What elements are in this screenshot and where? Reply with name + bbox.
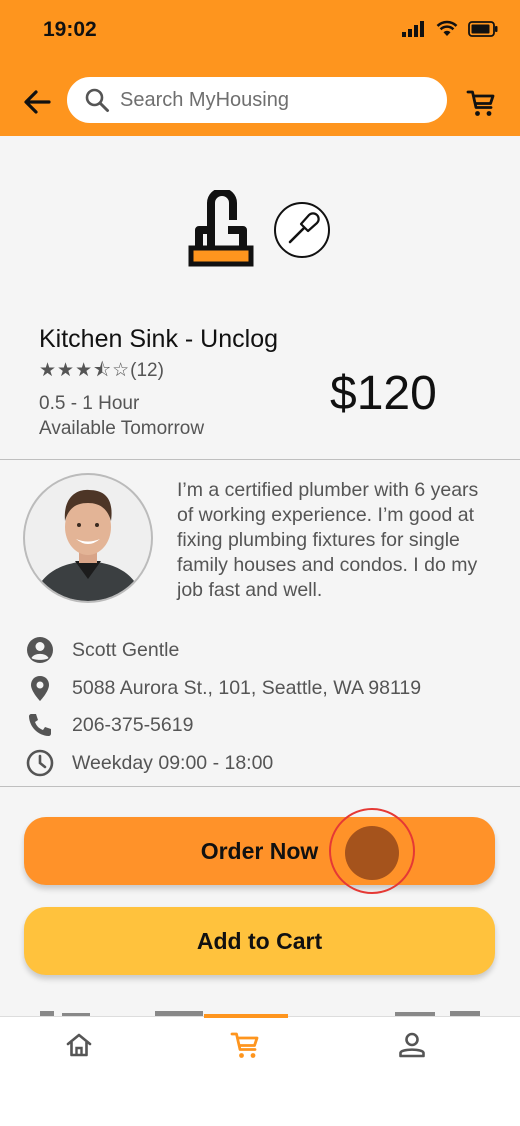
provider-address: 5088 Aurora St., 101, Seattle, WA 98119 — [72, 676, 422, 699]
service-icons — [185, 190, 331, 270]
rating-stars: ★★★⯪☆ — [39, 360, 131, 381]
faucet-icon — [188, 190, 254, 267]
search-icon — [85, 88, 109, 112]
provider-hours-row: Weekday 09:00 - 18:00 — [26, 749, 273, 777]
provider-name: Scott Gentle — [72, 638, 180, 661]
provider-phone-row: 206-375-5619 — [26, 711, 193, 739]
service-price: $120 — [330, 367, 437, 420]
touch-highlight-ring — [329, 808, 415, 894]
cart-icon[interactable] — [230, 1030, 260, 1060]
status-icons — [402, 20, 498, 37]
phone-icon — [29, 714, 51, 736]
provider-hours: Weekday 09:00 - 18:00 — [72, 751, 274, 774]
active-tab-indicator — [204, 1014, 288, 1018]
cart-icon[interactable] — [466, 88, 496, 118]
provider-address-row: 5088 Aurora St., 101, Seattle, WA 98119 — [26, 674, 421, 702]
profile-icon[interactable] — [397, 1030, 427, 1060]
battery-icon — [468, 20, 498, 37]
clock-icon — [26, 749, 54, 777]
rating: ★★★⯪☆(12) — [39, 356, 164, 388]
status-time: 19:02 — [43, 18, 97, 41]
add-to-cart-button[interactable]: Add to Cart — [24, 907, 495, 975]
order-now-button[interactable]: Order Now — [24, 817, 495, 885]
search-input[interactable] — [118, 87, 422, 113]
service-availability: Available Tomorrow — [39, 418, 205, 439]
search-bar[interactable] — [67, 77, 447, 123]
back-arrow-icon[interactable] — [22, 88, 52, 116]
divider — [0, 786, 520, 787]
avatar-image — [33, 489, 143, 601]
signal-icon — [402, 20, 424, 37]
wifi-icon — [436, 20, 458, 36]
provider-avatar — [23, 473, 153, 603]
service-title: Kitchen Sink - Unclog — [39, 325, 279, 353]
provider-bio: I’m a certified plumber with 6 years of … — [177, 479, 479, 601]
review-count: (12) — [130, 360, 164, 381]
person-icon — [27, 637, 53, 663]
service-duration: 0.5 - 1 Hour — [39, 393, 140, 414]
divider — [0, 459, 520, 460]
provider-name-row: Scott Gentle — [26, 636, 179, 664]
location-pin-icon — [31, 676, 49, 701]
plunger-icon — [274, 202, 330, 258]
home-icon[interactable] — [64, 1030, 94, 1060]
provider-phone: 206-375-5619 — [72, 713, 194, 736]
